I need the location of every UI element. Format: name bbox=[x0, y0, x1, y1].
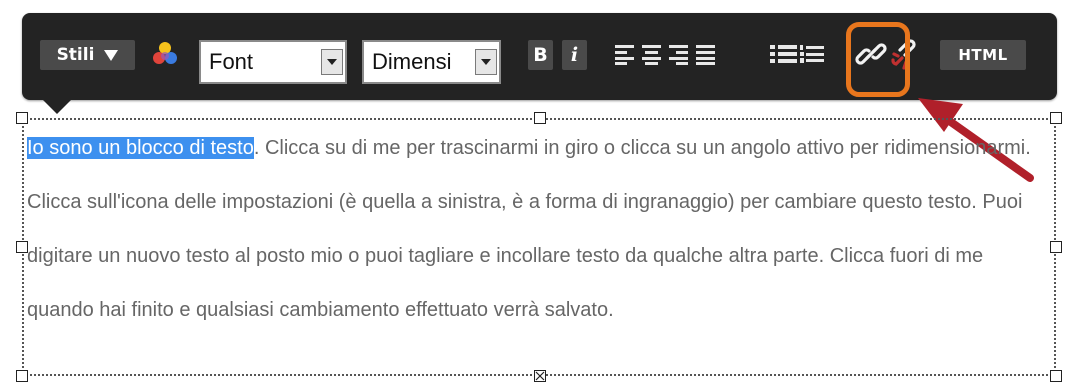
resize-handle-icon[interactable] bbox=[1050, 112, 1062, 124]
body-text[interactable]: . Clicca su di me per trascinarmi in gir… bbox=[27, 137, 1031, 321]
resize-handle-icon[interactable] bbox=[16, 241, 28, 253]
resize-handle-icon[interactable] bbox=[1050, 241, 1062, 253]
text-block-content[interactable]: Io sono un blocco di testo. Clicca su di… bbox=[27, 121, 1047, 337]
resize-handle-icon[interactable] bbox=[534, 370, 546, 382]
resize-handle-icon[interactable] bbox=[1050, 370, 1062, 382]
selected-text[interactable]: Io sono un blocco di testo bbox=[27, 137, 254, 159]
resize-handle-icon[interactable] bbox=[534, 112, 546, 124]
resize-handle-icon[interactable] bbox=[16, 370, 28, 382]
resize-handle-icon[interactable] bbox=[16, 112, 28, 124]
